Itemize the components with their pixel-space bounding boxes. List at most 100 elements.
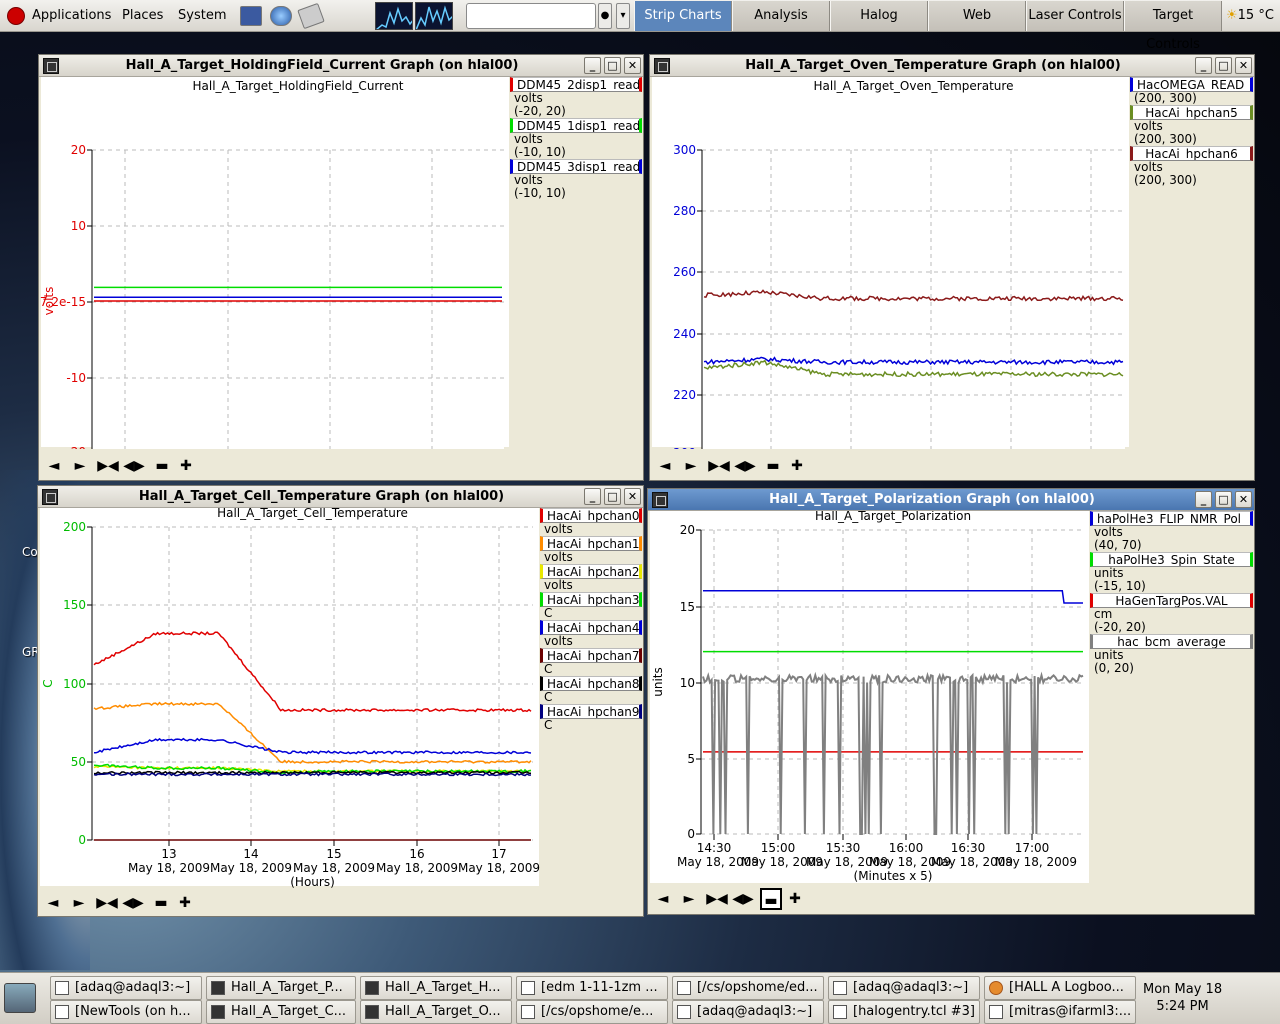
zoom-out-icon[interactable]: ◀▶: [123, 455, 145, 477]
dropdown-arrow-icon[interactable]: ▾: [616, 3, 630, 29]
close-icon[interactable]: ✕: [624, 57, 641, 74]
chart-svg[interactable]: Hall_A_Target_Cell_Temperature2001501005…: [38, 508, 540, 888]
legend-item[interactable]: HacAi_hpchan2 volts: [540, 564, 642, 592]
pan-icon[interactable]: ▬: [150, 892, 172, 914]
zoom-in-icon[interactable]: ▶◀: [96, 892, 118, 914]
pan-icon[interactable]: ▬: [760, 888, 782, 910]
legend-item[interactable]: DDM45_2disp1_read volts (-20, 20): [510, 77, 642, 118]
scroll-left-icon[interactable]: ◄: [652, 888, 674, 910]
legend-series-name[interactable]: HaGenTargPos.VAL: [1090, 593, 1253, 608]
maximize-icon[interactable]: □: [604, 488, 621, 505]
polarization-graph-window[interactable]: Hall_A_Target_Polarization Graph (on hla…: [647, 488, 1255, 915]
chart-svg[interactable]: Hall_A_Target_Polarization 20 15 10 5 0 units 1…: [648, 511, 1090, 885]
window-menu-icon[interactable]: [42, 489, 58, 505]
taskbar-window-button[interactable]: [edm 1-11-1zm ...: [516, 976, 668, 1000]
add-icon[interactable]: ✚: [786, 455, 808, 477]
taskbar-window-button[interactable]: Hall_A_Target_O...: [360, 1000, 512, 1024]
zoom-in-icon[interactable]: ▶◀: [706, 888, 728, 910]
close-icon[interactable]: ✕: [1235, 57, 1252, 74]
legend-series-name[interactable]: HacOMEGA_READ: [1130, 77, 1253, 92]
taskbar-window-button[interactable]: [NewTools (on h...: [50, 1000, 202, 1024]
tab-target-controls[interactable]: Target Controls: [1124, 1, 1222, 52]
taskbar-window-button[interactable]: Hall_A_Target_H...: [360, 976, 512, 1000]
legend-item[interactable]: HacAi_hpchan3 C: [540, 592, 642, 620]
zoom-out-icon[interactable]: ◀▶: [734, 455, 756, 477]
scroll-right-icon[interactable]: ►: [69, 455, 91, 477]
menu-places[interactable]: Places: [122, 0, 163, 32]
minimize-icon[interactable]: _: [1195, 491, 1212, 508]
redhat-logo-icon[interactable]: [7, 7, 25, 25]
legend-series-name[interactable]: HacAi_hpchan0: [540, 508, 642, 523]
legend-series-name[interactable]: DDM45_1disp1_read: [510, 118, 642, 133]
legend-item[interactable]: HacAi_hpchan4 volts: [540, 620, 642, 648]
pan-icon[interactable]: ▬: [762, 455, 784, 477]
legend-series-name[interactable]: haPolHe3_FLIP_NMR_Pol: [1090, 511, 1253, 526]
legend-item[interactable]: haPolHe3_FLIP_NMR_Pol volts (40, 70): [1090, 511, 1253, 552]
taskbar-window-button[interactable]: [adaq@adaql3:~]: [50, 976, 202, 1000]
chart-svg[interactable]: Hall_A_Target_HoldingField_Current20107.…: [39, 77, 509, 449]
minimize-icon[interactable]: _: [1195, 57, 1212, 74]
scroll-right-icon[interactable]: ►: [680, 455, 702, 477]
legend-series-name[interactable]: HacAi_hpchan4: [540, 620, 642, 635]
taskbar-window-button[interactable]: [adaq@adaql3:~]: [672, 1000, 824, 1024]
legend-series-name[interactable]: hac_bcm_average: [1090, 634, 1253, 649]
tab-web[interactable]: Web: [928, 1, 1026, 31]
browser-launcher-icon[interactable]: [270, 6, 292, 26]
title-bar[interactable]: Hall_A_Target_Oven_Temperature Graph (on…: [650, 55, 1254, 77]
legend-series-name[interactable]: HacAi_hpchan7: [540, 648, 642, 663]
maximize-icon[interactable]: □: [604, 57, 621, 74]
window-menu-icon[interactable]: [654, 58, 670, 74]
terminal-launcher-icon[interactable]: [240, 6, 262, 26]
window-menu-icon[interactable]: [43, 58, 59, 74]
dot-button[interactable]: ●: [598, 3, 612, 29]
taskbar-window-button[interactable]: [halogentry.tcl #3]: [828, 1000, 980, 1024]
scroll-left-icon[interactable]: ◄: [654, 455, 676, 477]
add-icon[interactable]: ✚: [784, 888, 806, 910]
scroll-left-icon[interactable]: ◄: [43, 455, 65, 477]
holding-field-graph-window[interactable]: Hall_A_Target_HoldingField_Current Graph…: [38, 54, 644, 481]
taskbar-window-button[interactable]: Hall_A_Target_C...: [206, 1000, 356, 1024]
tab-halog[interactable]: Halog: [830, 1, 928, 31]
menu-applications[interactable]: Applications: [32, 0, 111, 32]
close-icon[interactable]: ✕: [1235, 491, 1252, 508]
legend-series-name[interactable]: DDM45_3disp1_read: [510, 159, 642, 174]
add-icon[interactable]: ✚: [175, 455, 197, 477]
legend-series-name[interactable]: DDM45_2disp1_read: [510, 77, 642, 92]
legend-item[interactable]: HacAi_hpchan5 volts (200, 300): [1130, 105, 1253, 146]
oven-temperature-graph-window[interactable]: Hall_A_Target_Oven_Temperature Graph (on…: [649, 54, 1255, 481]
maximize-icon[interactable]: □: [1215, 491, 1232, 508]
tab-strip-charts[interactable]: Strip Charts: [634, 1, 732, 31]
legend-item[interactable]: HacAi_hpchan9 C: [540, 704, 642, 732]
legend-item[interactable]: hac_bcm_average units (0, 20): [1090, 634, 1253, 675]
weather-applet[interactable]: ☀15 °C: [1226, 0, 1274, 32]
legend-series-name[interactable]: HacAi_hpchan5: [1130, 105, 1253, 120]
scroll-left-icon[interactable]: ◄: [42, 892, 64, 914]
scroll-right-icon[interactable]: ►: [68, 892, 90, 914]
taskbar-window-button[interactable]: [/cs/opshome/e...: [516, 1000, 668, 1024]
legend-item[interactable]: DDM45_3disp1_read volts (-10, 10): [510, 159, 642, 200]
tab-analysis[interactable]: Analysis: [732, 1, 830, 31]
desktop-icon-label[interactable]: Co: [22, 545, 38, 559]
legend-series-name[interactable]: HacAi_hpchan3: [540, 592, 642, 607]
legend-item[interactable]: haPolHe3_Spin_State units (-15, 10): [1090, 552, 1253, 593]
taskbar-window-button[interactable]: Hall_A_Target_P...: [206, 976, 356, 1000]
scroll-right-icon[interactable]: ►: [678, 888, 700, 910]
legend-series-name[interactable]: haPolHe3_Spin_State: [1090, 552, 1253, 567]
legend-item[interactable]: HacAi_hpchan6 volts (200, 300): [1130, 146, 1253, 187]
taskbar-window-button[interactable]: [adaq@adaql3:~]: [828, 976, 980, 1000]
maximize-icon[interactable]: □: [1215, 57, 1232, 74]
legend-series-name[interactable]: HacAi_hpchan2: [540, 564, 642, 579]
legend-item[interactable]: HaGenTargPos.VAL cm (-20, 20): [1090, 593, 1253, 634]
pan-icon[interactable]: ▬: [151, 455, 173, 477]
legend-item[interactable]: HacAi_hpchan7 C: [540, 648, 642, 676]
chart-svg[interactable]: Hall_A_Target_Oven_Temperature 300 280 260 2…: [650, 77, 1130, 449]
show-desktop-icon[interactable]: [4, 983, 36, 1013]
legend-item[interactable]: HacAi_hpchan8 C: [540, 676, 642, 704]
clock[interactable]: Mon May 18 5:24 PM: [1143, 981, 1222, 1015]
zoom-out-icon[interactable]: ◀▶: [732, 888, 754, 910]
taskbar-window-button[interactable]: [mitras@ifarml3:...: [984, 1000, 1136, 1024]
legend-series-name[interactable]: HacAi_hpchan6: [1130, 146, 1253, 161]
menu-system[interactable]: System: [178, 0, 226, 32]
command-input[interactable]: [466, 3, 596, 29]
minimize-icon[interactable]: _: [584, 57, 601, 74]
